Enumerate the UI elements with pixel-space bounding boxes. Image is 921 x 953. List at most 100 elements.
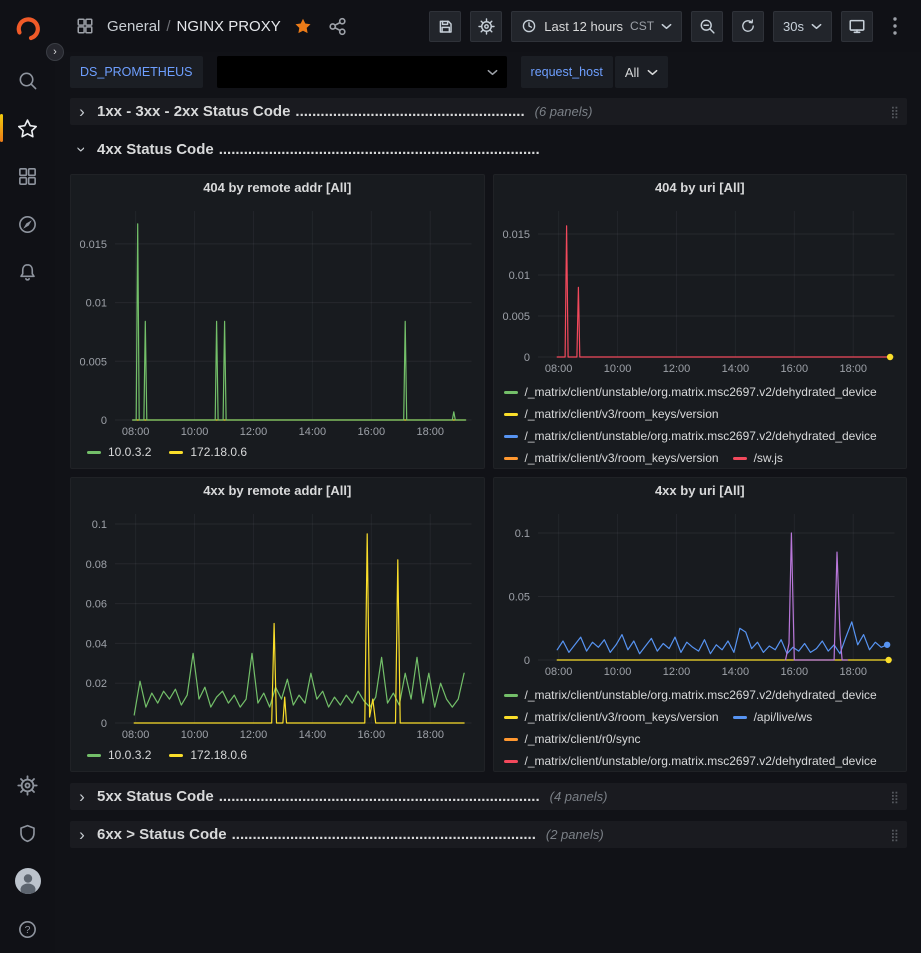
sidebar-item-starred[interactable] [0, 104, 55, 152]
time-series-chart[interactable]: 08:0010:0012:0014:0016:0018:0000.0050.01… [494, 201, 907, 377]
legend-item[interactable]: /sw.js [733, 447, 783, 468]
dashboard-settings-button[interactable] [470, 11, 502, 42]
request-host-value-text: All [625, 65, 639, 80]
sidebar-item-alerting[interactable] [0, 248, 55, 296]
refresh-icon [740, 18, 756, 34]
row-header-4xx[interactable]: › 4xx Status Code ......................… [70, 136, 907, 163]
bell-icon [17, 262, 38, 283]
panel-404-by-uri: 404 by uri [All] 08:0010:0012:0014:0016:… [493, 174, 908, 469]
refresh-button[interactable] [732, 11, 764, 42]
svg-text:12:00: 12:00 [240, 729, 268, 741]
share-button[interactable] [325, 13, 351, 39]
legend-item[interactable]: /api/live/ws [733, 706, 813, 728]
more-options-button[interactable] [882, 13, 908, 39]
request-host-value[interactable]: All [615, 56, 668, 88]
chevron-right-icon: › [74, 103, 90, 120]
panel-title[interactable]: 404 by remote addr [All] [71, 175, 484, 201]
request-host-label[interactable]: request_host [521, 56, 613, 88]
sidebar-item-server-admin[interactable] [0, 809, 55, 857]
save-dashboard-button[interactable] [429, 11, 461, 42]
legend-swatch [504, 457, 518, 460]
panel-title[interactable]: 4xx by remote addr [All] [71, 478, 484, 504]
legend-item[interactable]: /_matrix/client/v3/room_keys/version [504, 403, 719, 425]
expand-sidebar-button[interactable]: › [46, 43, 64, 61]
svg-text:18:00: 18:00 [416, 729, 444, 741]
svg-text:0.01: 0.01 [508, 270, 529, 282]
drag-handle-icon[interactable]: ⣿ [890, 105, 899, 119]
legend-item[interactable]: /_matrix/client/unstable/org.matrix.msc2… [504, 381, 877, 403]
svg-text:08:00: 08:00 [544, 363, 572, 375]
legend-item[interactable]: /_matrix/client/v3/room_keys/version [504, 706, 719, 728]
legend-item[interactable]: /_matrix/client/r0/sync [504, 728, 641, 750]
svg-text:14:00: 14:00 [299, 426, 327, 438]
sidebar-item-profile[interactable] [0, 857, 55, 905]
legend-item[interactable]: /_matrix/client/unstable/org.matrix.msc2… [504, 684, 877, 706]
legend-item[interactable]: 10.0.3.2 [87, 748, 151, 762]
legend-item[interactable]: /_matrix/client/unstable/org.matrix.msc2… [504, 425, 877, 447]
grafana-app: ? › General / NGINX PROXY [0, 0, 921, 953]
time-zone-label: CST [630, 19, 654, 33]
refresh-interval-dropdown[interactable]: 30s [773, 11, 832, 42]
time-series-chart[interactable]: 08:0010:0012:0014:0016:0018:0000.020.040… [71, 504, 484, 743]
legend-swatch [87, 451, 101, 454]
svg-text:0: 0 [523, 655, 529, 667]
star-filled-icon [294, 17, 312, 35]
clock-icon [521, 18, 537, 34]
panel-404-by-remote-addr: 404 by remote addr [All] 08:0010:0012:00… [70, 174, 485, 469]
legend-item[interactable]: 10.0.3.2 [87, 445, 151, 459]
legend-item[interactable]: 172.18.0.6 [169, 748, 247, 762]
help-icon: ? [17, 919, 38, 940]
svg-text:14:00: 14:00 [721, 363, 749, 375]
time-series-chart[interactable]: 08:0010:0012:0014:0016:0018:0000.050.1 [494, 504, 907, 680]
main-area: General / NGINX PROXY Last 12 hours CST [55, 0, 921, 953]
sidebar-item-configuration[interactable] [0, 761, 55, 809]
row-header-6xx[interactable]: › 6xx > Status Code ....................… [70, 821, 907, 848]
sidebar-item-search[interactable] [0, 56, 55, 104]
chevron-right-icon: › [74, 826, 90, 843]
share-icon [328, 17, 347, 36]
sidebar-item-help[interactable]: ? [0, 905, 55, 953]
kiosk-mode-button[interactable] [841, 11, 873, 42]
legend-item[interactable]: 172.18.0.6 [169, 445, 247, 459]
row-header-1xx-3xx-2xx[interactable]: › 1xx - 3xx - 2xx Status Code ..........… [70, 98, 907, 125]
legend-item[interactable]: /_matrix/client/unstable/org.matrix.msc2… [504, 750, 877, 771]
legend-swatch [504, 391, 518, 394]
row-dots: ........................................… [232, 826, 536, 843]
breadcrumb-separator: / [166, 18, 170, 35]
breadcrumb-section[interactable]: General [107, 18, 160, 35]
svg-text:0.005: 0.005 [502, 311, 530, 323]
legend-swatch [504, 435, 518, 438]
drag-handle-icon[interactable]: ⣿ [890, 828, 899, 842]
drag-handle-icon[interactable]: ⣿ [890, 790, 899, 804]
svg-text:10:00: 10:00 [603, 363, 631, 375]
star-dashboard-button[interactable] [290, 13, 316, 39]
svg-text:16:00: 16:00 [358, 729, 386, 741]
chevron-right-icon: › [74, 788, 90, 805]
gear-icon [478, 18, 495, 35]
legend-item[interactable]: /_matrix/client/v3/room_keys/version [504, 447, 719, 468]
svg-text:0.005: 0.005 [79, 356, 107, 368]
panel-title[interactable]: 404 by uri [All] [494, 175, 907, 201]
legend-swatch [169, 451, 183, 454]
zoom-out-button[interactable] [691, 11, 723, 42]
ds-prometheus-value[interactable] [217, 56, 507, 88]
row-dots: ........................................… [219, 141, 540, 158]
row-header-5xx[interactable]: › 5xx Status Code ......................… [70, 783, 907, 810]
svg-text:0.06: 0.06 [86, 599, 107, 611]
row-title: 1xx - 3xx - 2xx Status Code [97, 103, 290, 120]
legend-swatch [733, 716, 747, 719]
chevron-down-icon [487, 69, 498, 76]
time-series-chart[interactable]: 08:0010:0012:0014:0016:0018:0000.0050.01… [71, 201, 484, 440]
svg-text:0: 0 [101, 718, 107, 730]
ds-prometheus-label[interactable]: DS_PROMETHEUS [70, 56, 203, 88]
variables-bar: DS_PROMETHEUS request_host All [55, 52, 921, 92]
sidebar-item-explore[interactable] [0, 200, 55, 248]
sidebar: ? [0, 0, 55, 953]
panel-title[interactable]: 4xx by uri [All] [494, 478, 907, 504]
time-picker-button[interactable]: Last 12 hours CST [511, 11, 682, 42]
svg-text:10:00: 10:00 [181, 426, 209, 438]
svg-text:08:00: 08:00 [122, 426, 150, 438]
svg-text:14:00: 14:00 [721, 666, 749, 678]
compass-icon [17, 214, 38, 235]
sidebar-item-dashboards[interactable] [0, 152, 55, 200]
